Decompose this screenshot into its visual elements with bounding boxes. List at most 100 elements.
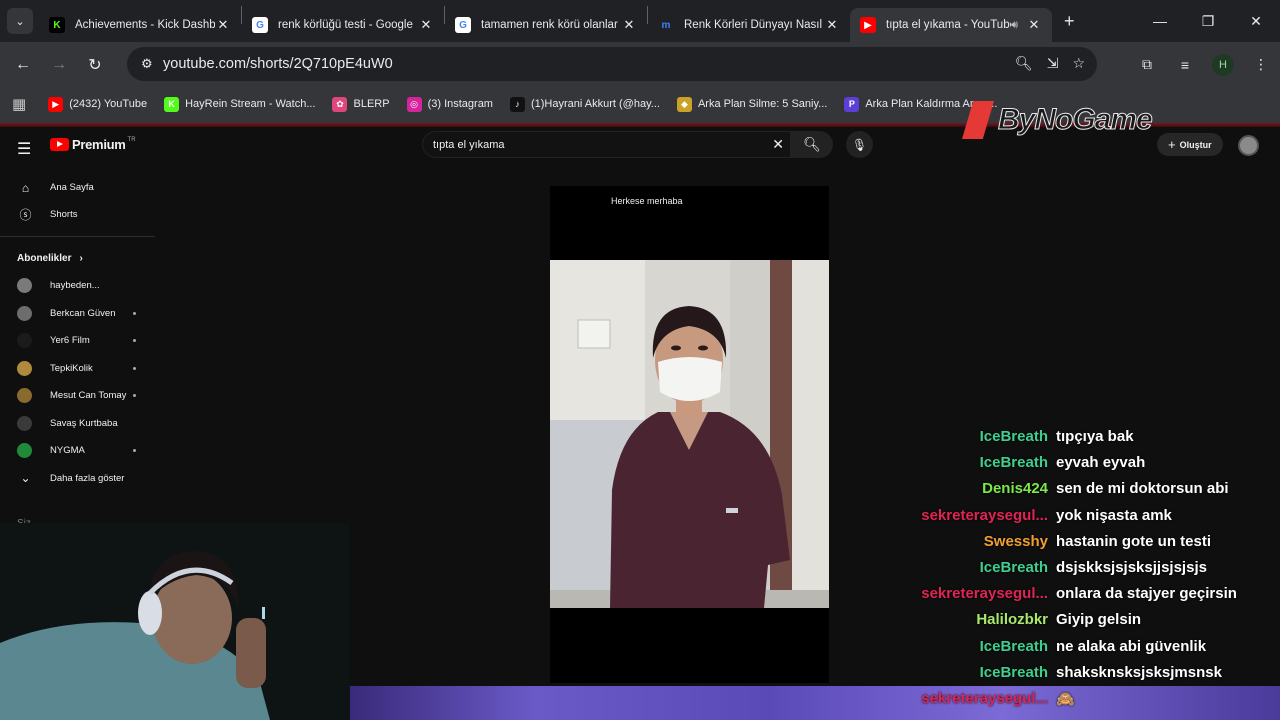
close-tab-icon[interactable]: ✕ (215, 17, 231, 33)
close-tab-icon[interactable]: ✕ (824, 17, 840, 33)
close-tab-icon[interactable]: ✕ (621, 17, 637, 33)
short-video-frame (550, 260, 829, 608)
chat-username: sekreteraysegul... (921, 585, 1048, 603)
new-content-dot (133, 394, 136, 397)
restore-button[interactable]: ❐ (1184, 0, 1232, 42)
chat-message: IceBreath shaksknsksjsksjmsnsk (900, 664, 1280, 690)
video-frame-image (550, 260, 829, 608)
show-more-button[interactable]: ⌄ Daha fazla göster (0, 465, 155, 492)
subscription-item[interactable]: NYGMA (0, 437, 155, 465)
bookmark-item[interactable]: ◎ (3) Instagram (406, 96, 493, 112)
subscription-item[interactable]: haybeden... (0, 272, 155, 300)
browser-tab[interactable]: Gtamamen renk körü olanlar ✕ (445, 8, 647, 42)
channel-avatar (17, 305, 32, 321)
toolbar-right: ⧉ ≡ H ⋮ (1128, 42, 1280, 87)
channel-avatar (17, 415, 32, 431)
stream-chat-overlay: IceBreath tıpçıya bak IceBreath eyvah eyvah… (900, 430, 1280, 720)
subscription-item[interactable]: Savaş Kurtbaba (0, 410, 155, 438)
search-button[interactable]: 🔍︎ (791, 131, 833, 158)
minimize-button[interactable]: — (1136, 0, 1184, 42)
tab-search-button[interactable]: ⌄ (7, 8, 33, 34)
subscription-item[interactable]: Yer6 Film (0, 327, 155, 355)
browser-tab[interactable]: m Renk Körleri Dünyayı Nasıl G ✕ (648, 8, 850, 42)
address-bar[interactable]: ⚙ youtube.com/shorts/2Q710pE4uW0 🔍︎ ⇲ ☆ (127, 47, 1097, 81)
channel-name: NYGMA (50, 445, 85, 457)
chat-username: sekreteraysegul... (921, 506, 1048, 524)
site-info-icon[interactable]: ⚙ (141, 56, 161, 72)
install-app-icon[interactable]: ⇲ (1047, 55, 1059, 72)
sidebar-item-home[interactable]: ⌂ Ana Sayfa (0, 174, 155, 201)
webcam-image (0, 523, 350, 720)
removebg-icon: ◆ (676, 96, 692, 112)
voice-search-button[interactable]: 🎙︎ (846, 131, 873, 158)
sidebar-item-shorts[interactable]: ⓢ Shorts (0, 201, 155, 228)
subscriptions-header[interactable]: Abonelikler › (0, 245, 155, 272)
search-input[interactable]: tıpta el yıkama ✕ (422, 131, 791, 158)
shorts-player[interactable]: Herkese merhaba (550, 186, 829, 683)
bookmark-item[interactable]: ◆ Arka Plan Silme: 5 Saniy... (676, 96, 828, 112)
subscription-item[interactable]: TepkiKolik (0, 355, 155, 383)
chat-message: Denis424 sen de mi doktorsun abi (900, 480, 1280, 506)
tiktok-icon: ♪ (509, 96, 525, 112)
chat-username: Swesshy (983, 532, 1048, 550)
browser-tab[interactable]: Grenk körlüğü testi - Google ✕ (242, 8, 444, 42)
new-content-dot (133, 311, 136, 315)
close-tab-icon[interactable]: ✕ (418, 17, 434, 33)
profile-avatar[interactable]: H (1212, 53, 1234, 76)
browser-tab[interactable]: K Achievements - Kick Dashboard✕ (39, 8, 241, 42)
account-avatar[interactable] (1238, 135, 1259, 156)
close-tab-icon[interactable]: ✕ (1026, 17, 1042, 33)
chat-text: dsjskksjsjsksjjsjsjsjs (1056, 559, 1207, 576)
subscription-item[interactable]: Mesut Can Tomay (0, 382, 155, 410)
apps-grid-icon[interactable]: ▦ (12, 95, 26, 113)
short-caption: Herkese merhaba (611, 196, 683, 206)
chat-message: IceBreath dsjskksjsjsksjjsjsjsjs (900, 559, 1280, 585)
tab-audio-icon[interactable]: 🔊︎ (1011, 19, 1018, 32)
close-window-button[interactable]: ✕ (1232, 0, 1280, 42)
sidebar: ⌂ Ana Sayfa ⓢ Shorts Abonelikler › haybe… (0, 174, 155, 492)
chat-text: Giyip gelsin (1056, 611, 1142, 629)
bookmark-label: HayRein Stream - Watch... (185, 98, 316, 110)
bookmark-label: (2432) YouTube (69, 98, 148, 110)
chat-message: sekreteraysegul... 🙈 (900, 690, 1280, 716)
tab-title: Achievements - Kick Dashboard (75, 19, 215, 31)
shorts-icon: ⓢ (19, 208, 32, 222)
bynogame-wordmark: ByNoGame (998, 103, 1154, 137)
youtube-icon: ▶ (860, 17, 876, 33)
bookmark-item[interactable]: ▶ (2432) YouTube (48, 96, 148, 112)
forward-button[interactable]: → (41, 56, 77, 74)
bookmark-star-icon[interactable]: ☆ (1072, 55, 1085, 72)
channel-avatar (17, 443, 32, 459)
tab-title: renk körlüğü testi - Google (278, 19, 413, 31)
instagram-icon: ◎ (406, 96, 422, 112)
chat-message: IceBreath tıpçıya bak (900, 430, 1280, 454)
chat-username: IceBreath (979, 559, 1048, 576)
bookmark-item[interactable]: ✿ BLERP (332, 96, 390, 112)
channel-name: Savaş Kurtbaba (50, 417, 118, 429)
new-tab-button[interactable]: + (1064, 11, 1075, 32)
sidebar-item-label: Ana Sayfa (50, 182, 94, 193)
bookmark-item[interactable]: K HayRein Stream - Watch... (164, 96, 316, 112)
clear-search-icon[interactable]: ✕ (772, 136, 784, 153)
subscription-item[interactable]: Berkcan Güven (0, 300, 155, 328)
chat-text: sen de mi doktorsun abi (1056, 480, 1229, 498)
chat-text: yok nişasta amk (1056, 506, 1172, 524)
tab-title: Renk Körleri Dünyayı Nasıl G (684, 19, 824, 31)
bookmark-item[interactable]: ♪ (1)Hayrani Akkurt (@hay... (509, 96, 660, 112)
browser-menu-icon[interactable]: ⋮ (1242, 56, 1280, 73)
address-bar-actions: 🔍︎ ⇲ ☆ (1015, 55, 1085, 72)
show-more-label: Daha fazla göster (50, 472, 125, 484)
browser-tab[interactable]: ▶ tıpta el yıkama - YouTube 🔊︎ ✕ (850, 8, 1052, 42)
reload-button[interactable]: ↻ (77, 55, 113, 75)
media-controls-icon[interactable]: ≡ (1166, 57, 1204, 73)
channel-avatar (17, 333, 32, 349)
chat-emote-icon: 🙈 (1056, 691, 1075, 708)
zoom-icon[interactable]: 🔍︎ (1015, 55, 1033, 72)
extensions-icon[interactable]: ⧉ (1128, 56, 1166, 73)
bookmark-list: ▶ (2432) YouTube K HayRein Stream - Watch..… (48, 96, 1014, 112)
bookmark-label: Arka Plan Silme: 5 Saniy... (697, 98, 828, 110)
browser-toolbar: ← → ↻ ⚙ youtube.com/shorts/2Q710pE4uW0 🔍… (0, 42, 1280, 87)
hamburger-menu-icon[interactable]: ☰ (17, 139, 31, 159)
youtube-logo[interactable]: Premium TR (50, 137, 136, 152)
back-button[interactable]: ← (5, 56, 41, 74)
